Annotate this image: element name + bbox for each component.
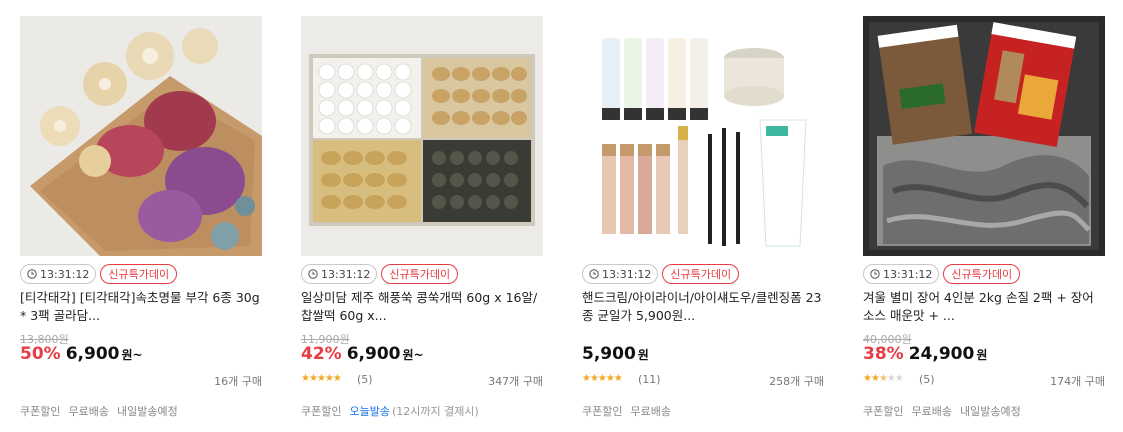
price-unit: 원 <box>976 348 988 362</box>
price-unit: 원~ <box>402 348 424 362</box>
deal-badge: 신규특가데이 <box>662 264 740 284</box>
rating-stars: ★★★★★ <box>863 373 904 384</box>
product-card[interactable]: 13:31:12 신규특가데이 겨울 별미 장어 4인분 2kg 손질 2팩 +… <box>863 16 1105 426</box>
product-title[interactable]: 겨울 별미 장어 4인분 2kg 손질 2팩 + 장어소스 매운맛 + ... <box>863 289 1105 325</box>
timer-text: 13:31:12 <box>883 267 933 281</box>
price-row: 42% 6,900 원~ <box>301 344 424 364</box>
deal-badge: 신규특가데이 <box>943 264 1021 284</box>
product-title[interactable]: 일상미담 제주 해풍쑥 콩쑥개떡 60g x 16알/찹쌀떡 60g x... <box>301 289 543 325</box>
product-card[interactable]: 13:31:12 신규특가데이 [티각태각] [티각태각]속초명물 부각 6종 … <box>20 16 262 426</box>
tag-free-shipping: 무료배송 <box>630 405 671 418</box>
lotus-chips-image <box>20 16 262 256</box>
sale-price: 6,900 <box>65 344 120 364</box>
product-image[interactable] <box>863 16 1105 256</box>
countdown-timer: 13:31:12 <box>582 264 659 284</box>
countdown-timer: 13:31:12 <box>301 264 378 284</box>
tag-coupon: 쿠폰할인 <box>582 405 623 418</box>
meta-row: ★★★★★ (5) 174개 구매 <box>863 373 1105 389</box>
review-count[interactable]: (11) <box>638 373 661 386</box>
discount-rate: 38% <box>863 344 904 364</box>
purchase-count: 174개 구매 <box>1050 375 1105 388</box>
rating-stars: ★★★★★ <box>301 373 342 384</box>
timer-text: 13:31:12 <box>321 267 371 281</box>
tag-coupon: 쿠폰할인 <box>863 405 904 418</box>
discount-rate: 42% <box>301 344 342 364</box>
tag-row: 쿠폰할인 무료배송 <box>582 403 671 419</box>
product-card[interactable]: 13:31:12 신규특가데이 핸드크림/아이라이너/아이섀도우/클렌징폼 23… <box>582 16 824 426</box>
price-row: 38% 24,900 원 <box>863 344 987 364</box>
meta-row: 16개 구매 <box>20 373 262 389</box>
tag-row: 쿠폰할인 오늘발송 (12시까지 결제시) <box>301 403 479 419</box>
purchase-count: 258개 구매 <box>769 375 824 388</box>
product-title[interactable]: 핸드크림/아이라이너/아이섀도우/클렌징폼 23종 균일가 5,900원... <box>582 289 824 325</box>
product-image[interactable] <box>582 16 824 256</box>
price-row: 50% 6,900 원~ <box>20 344 143 364</box>
eel-package-image <box>863 16 1105 256</box>
countdown-timer: 13:31:12 <box>20 264 97 284</box>
deal-badge: 신규특가데이 <box>381 264 459 284</box>
tag-row: 쿠폰할인 무료배송 내일발송예정 <box>20 403 178 419</box>
badge-row: 13:31:12 신규특가데이 <box>863 264 1021 284</box>
tag-row: 쿠폰할인 무료배송 내일발송예정 <box>863 403 1021 419</box>
clock-icon <box>308 269 318 279</box>
sale-price: 5,900 <box>582 344 636 364</box>
price-row: 5,900 원 <box>582 344 649 364</box>
badge-row: 13:31:12 신규특가데이 <box>20 264 178 284</box>
tag-free-shipping: 무료배송 <box>911 405 952 418</box>
clock-icon <box>589 269 599 279</box>
cosmetics-set-image <box>582 16 824 256</box>
tag-coupon: 쿠폰할인 <box>301 405 342 418</box>
countdown-timer: 13:31:12 <box>863 264 940 284</box>
purchase-count: 16개 구매 <box>214 375 262 388</box>
tag-ship-tomorrow: 내일발송예정 <box>116 405 178 418</box>
meta-row: ★★★★★ (5) 347개 구매 <box>301 373 543 389</box>
tag-ship-today: 오늘발송 <box>349 405 390 418</box>
clock-icon <box>27 269 37 279</box>
sale-price: 24,900 <box>908 344 975 364</box>
tag-ship-tomorrow: 내일발송예정 <box>959 405 1021 418</box>
tag-coupon: 쿠폰할인 <box>20 405 61 418</box>
badge-row: 13:31:12 신규특가데이 <box>301 264 459 284</box>
product-image[interactable] <box>301 16 543 256</box>
product-title[interactable]: [티각태각] [티각태각]속초명물 부각 6종 30g * 3팩 골라담... <box>20 289 262 325</box>
sale-price: 6,900 <box>346 344 401 364</box>
timer-text: 13:31:12 <box>40 267 90 281</box>
timer-text: 13:31:12 <box>602 267 652 281</box>
tag-ship-today-note: (12시까지 결제시) <box>391 405 479 418</box>
deal-badge: 신규특가데이 <box>100 264 178 284</box>
price-unit: 원~ <box>121 348 143 362</box>
review-count[interactable]: (5) <box>357 373 373 386</box>
product-card[interactable]: 13:31:12 신규특가데이 일상미담 제주 해풍쑥 콩쑥개떡 60g x 1… <box>301 16 543 426</box>
meta-row: ★★★★★ (11) 258개 구매 <box>582 373 824 389</box>
badge-row: 13:31:12 신규특가데이 <box>582 264 740 284</box>
clock-icon <box>870 269 880 279</box>
product-image[interactable] <box>20 16 262 256</box>
price-unit: 원 <box>637 348 649 362</box>
review-count[interactable]: (5) <box>919 373 935 386</box>
rice-cake-box-image <box>301 16 543 256</box>
rating-stars: ★★★★★ <box>582 373 623 384</box>
product-grid: 13:31:12 신규특가데이 [티각태각] [티각태각]속초명물 부각 6종 … <box>0 0 1123 432</box>
discount-rate: 50% <box>20 344 61 364</box>
tag-free-shipping: 무료배송 <box>68 405 109 418</box>
purchase-count: 347개 구매 <box>488 375 543 388</box>
